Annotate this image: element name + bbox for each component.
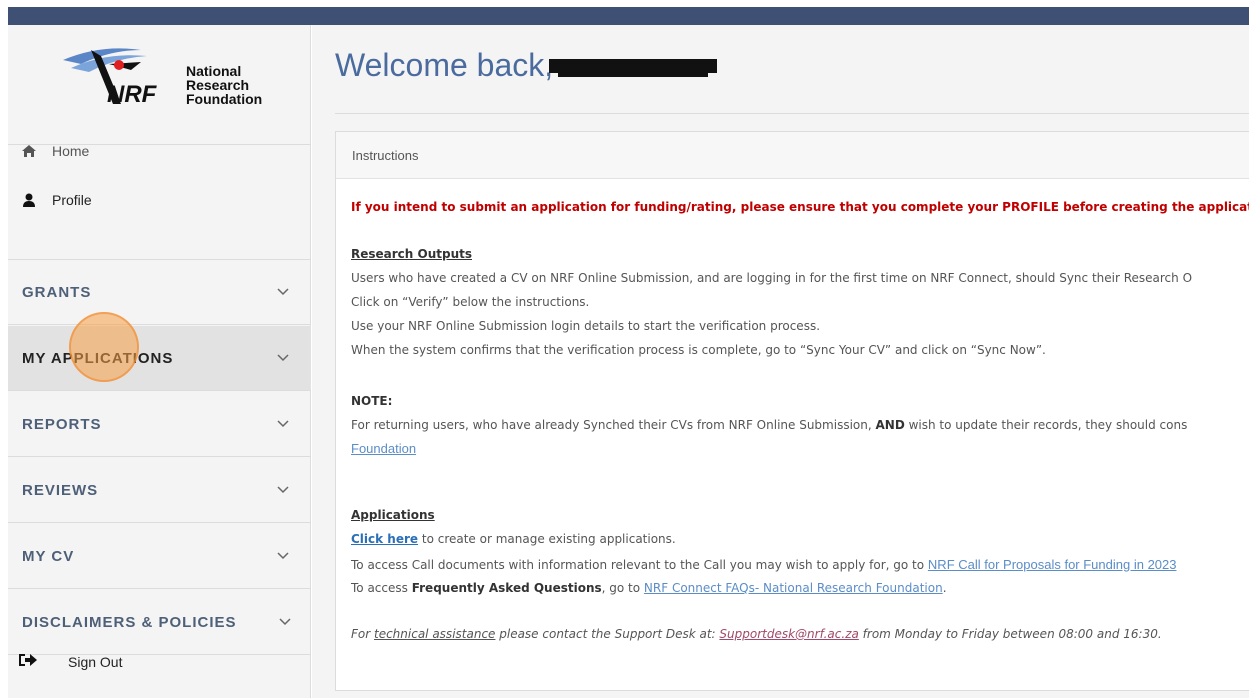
faq-bold: Frequently Asked Questions xyxy=(411,581,602,595)
note-heading: NOTE: xyxy=(351,394,393,408)
applications-heading: Applications xyxy=(351,508,435,522)
nav-profile-label: Profile xyxy=(52,192,92,208)
applications-line-2-text: To access Call documents with informatio… xyxy=(351,558,928,572)
nrf-logo-mark: NRF xyxy=(63,48,158,108)
call-for-proposals-link[interactable]: NRF Call for Proposals for Funding in 20… xyxy=(928,557,1177,572)
home-icon xyxy=(18,144,40,158)
chevron-down-icon xyxy=(277,420,289,428)
redacted-name xyxy=(549,59,717,73)
page-title: Welcome back, xyxy=(335,47,554,83)
nav-profile[interactable]: Profile xyxy=(18,192,92,208)
svg-text:NRF: NRF xyxy=(107,81,158,108)
support-text-end: from Monday to Friday between 08:00 and … xyxy=(858,627,1162,641)
research-line-4: When the system confirms that the verifi… xyxy=(351,343,1046,357)
logo-wordmark: National Research Foundation xyxy=(186,64,262,106)
support-line: For technical assistance please contact … xyxy=(351,627,1162,641)
faq-text-mid: , go to xyxy=(601,581,644,595)
technical-assistance-text: technical assistance xyxy=(374,627,496,641)
panel-title: Instructions xyxy=(336,132,1249,179)
section-my-cv-label: MY CV xyxy=(22,547,75,565)
applications-line-3: To access Frequently Asked Questions, go… xyxy=(351,581,947,595)
chevron-down-icon xyxy=(277,288,289,296)
logo-line-1: National xyxy=(186,63,242,79)
applications-line-2: To access Call documents with informatio… xyxy=(351,557,1176,572)
section-my-applications[interactable]: MY APPLICATIONS xyxy=(8,326,311,391)
applications-line-1: Click here to create or manage existing … xyxy=(351,532,676,546)
profile-warning: If you intend to submit an application f… xyxy=(351,200,1249,214)
chevron-down-icon xyxy=(279,618,291,626)
nav-home-label: Home xyxy=(52,143,90,159)
support-text-start: For xyxy=(351,627,374,641)
section-reports-label: REPORTS xyxy=(22,415,102,433)
section-disclaimers-policies[interactable]: DISCLAIMERS & POLICIES xyxy=(8,590,311,655)
top-bar xyxy=(8,7,1249,25)
section-reports[interactable]: REPORTS xyxy=(8,392,311,457)
sign-out-icon xyxy=(18,652,40,671)
research-outputs-heading: Research Outputs xyxy=(351,247,473,261)
section-disclaimers-policies-label: DISCLAIMERS & POLICIES xyxy=(22,613,237,631)
logo-line-3: Foundation xyxy=(186,91,263,107)
section-reviews[interactable]: REVIEWS xyxy=(8,458,311,523)
chevron-down-icon xyxy=(277,354,289,362)
redacted-name-underline xyxy=(558,72,708,77)
section-grants[interactable]: GRANTS xyxy=(8,260,311,325)
main-content: Welcome back, Instructions If you intend… xyxy=(312,25,1249,698)
instructions-panel: Instructions If you intend to submit an … xyxy=(335,131,1249,691)
applications-line-1-text: to create or manage existing application… xyxy=(418,532,676,546)
title-divider xyxy=(335,113,1249,114)
foundation-link[interactable]: Foundation xyxy=(351,441,416,456)
note-and: AND xyxy=(875,418,905,432)
section-reviews-label: REVIEWS xyxy=(22,481,99,499)
note-link-line: Foundation xyxy=(351,441,416,456)
research-line-1: Users who have created a CV on NRF Onlin… xyxy=(351,271,1193,285)
logo-line-2: Research xyxy=(186,77,250,93)
click-here-link[interactable]: Click here xyxy=(351,532,418,546)
click-indicator xyxy=(69,312,139,382)
chevron-down-icon xyxy=(277,552,289,560)
instructions-body: If you intend to submit an application f… xyxy=(336,179,1249,689)
sign-out-label: Sign Out xyxy=(68,653,123,670)
faq-link[interactable]: NRF Connect FAQs- National Research Foun… xyxy=(644,581,943,595)
sign-out-link[interactable]: Sign Out xyxy=(18,652,122,671)
user-icon xyxy=(18,193,40,207)
support-text-mid: please contact the Support Desk at: xyxy=(495,627,720,641)
note-text: For returning users, who have already Sy… xyxy=(351,418,1187,432)
chevron-down-icon xyxy=(277,486,289,494)
research-line-2: Click on “Verify” below the instructions… xyxy=(351,295,590,309)
section-grants-label: GRANTS xyxy=(22,283,92,301)
faq-text-end: . xyxy=(942,581,947,595)
nav-home[interactable]: Home xyxy=(18,143,89,159)
faq-text-start: To access xyxy=(351,581,412,595)
research-line-3: Use your NRF Online Submission login det… xyxy=(351,319,821,333)
note-text-start: For returning users, who have already Sy… xyxy=(351,418,876,432)
note-text-end: wish to update their records, they shoul… xyxy=(904,418,1188,432)
nrf-logo[interactable]: NRF National Research Foundation xyxy=(8,25,310,145)
support-email-link[interactable]: Supportdesk@nrf.ac.za xyxy=(719,627,858,641)
section-my-cv[interactable]: MY CV xyxy=(8,524,311,589)
